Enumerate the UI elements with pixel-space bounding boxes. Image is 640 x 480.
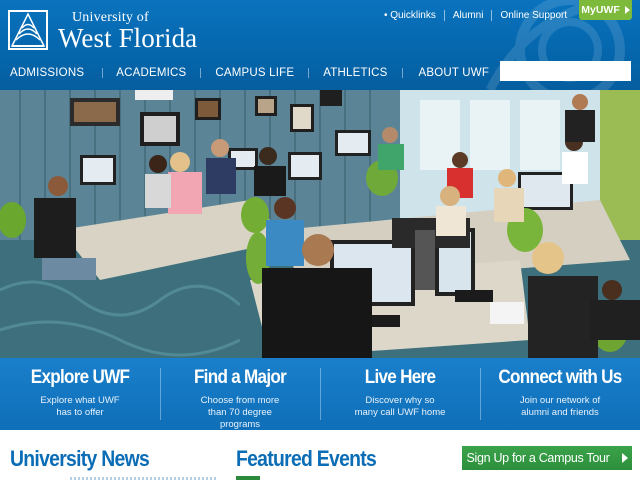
main-nav: ADMISSIONS ACADEMICS CAMPUS LIFE ATHLETI… <box>0 62 489 84</box>
promo-live-here[interactable]: Live Here Discover why so many call UWF … <box>320 358 480 430</box>
promo-description: Explore what UWF has to offer <box>40 395 120 418</box>
promo-title: Connect with Us <box>498 367 622 388</box>
promo-description: Discover why so many call UWF home <box>354 395 446 418</box>
promo-title: Find a Major <box>193 367 287 388</box>
campus-tour-label: Sign Up for a Campus Tour <box>466 451 610 465</box>
utility-link-alumni[interactable]: Alumni <box>445 10 492 21</box>
promo-find-a-major[interactable]: Find a Major Choose from more than 70 de… <box>160 358 320 430</box>
computer-lab-photo <box>0 90 640 358</box>
promo-title: Live Here <box>364 367 436 388</box>
page: University of West Florida • Quicklinks … <box>0 0 640 480</box>
chevron-right-icon <box>621 453 628 463</box>
nav-item-academics[interactable]: ACADEMICS <box>116 67 186 79</box>
utility-links: • Quicklinks Alumni Online Support <box>380 8 575 22</box>
logo-wordmark: University of West Florida <box>58 10 198 53</box>
uwf-logo[interactable]: University of West Florida <box>8 10 218 54</box>
hero-image <box>0 90 640 358</box>
campus-tour-button[interactable]: Sign Up for a Campus Tour <box>462 446 632 470</box>
logo-line-2: West Florida <box>58 23 198 53</box>
divider <box>200 68 202 78</box>
promo-title: Explore UWF <box>30 367 130 388</box>
events-marker <box>236 476 260 480</box>
utility-link-online-support[interactable]: Online Support <box>492 10 575 21</box>
uwf-logo-icon <box>8 10 48 50</box>
search-input[interactable] <box>500 61 631 81</box>
promo-band: Explore UWF Explore what UWF has to offe… <box>0 358 640 430</box>
promo-description: Join our network of alumni and friends <box>519 395 601 418</box>
nav-item-about-uwf[interactable]: ABOUT UWF <box>419 67 490 79</box>
site-header: University of West Florida • Quicklinks … <box>0 0 640 100</box>
utility-link-quicklinks[interactable]: • Quicklinks <box>380 10 444 21</box>
promo-explore-uwf[interactable]: Explore UWF Explore what UWF has to offe… <box>0 358 160 430</box>
promo-connect-with-us[interactable]: Connect with Us Join our network of alum… <box>480 358 640 430</box>
myuwf-label: MyUWF <box>581 4 620 16</box>
featured-events-heading[interactable]: Featured Events <box>236 446 377 472</box>
university-news-heading[interactable]: University News <box>10 446 150 472</box>
divider <box>401 68 403 78</box>
divider <box>102 68 104 78</box>
myuwf-button[interactable]: MyUWF <box>579 0 632 20</box>
chevron-right-icon <box>624 6 630 14</box>
divider <box>308 68 310 78</box>
promo-description: Choose from more than 70 degree programs <box>200 395 280 430</box>
nav-item-admissions[interactable]: ADMISSIONS <box>10 67 84 79</box>
nav-item-athletics[interactable]: ATHLETICS <box>323 67 387 79</box>
nav-item-campus-life[interactable]: CAMPUS LIFE <box>215 67 294 79</box>
